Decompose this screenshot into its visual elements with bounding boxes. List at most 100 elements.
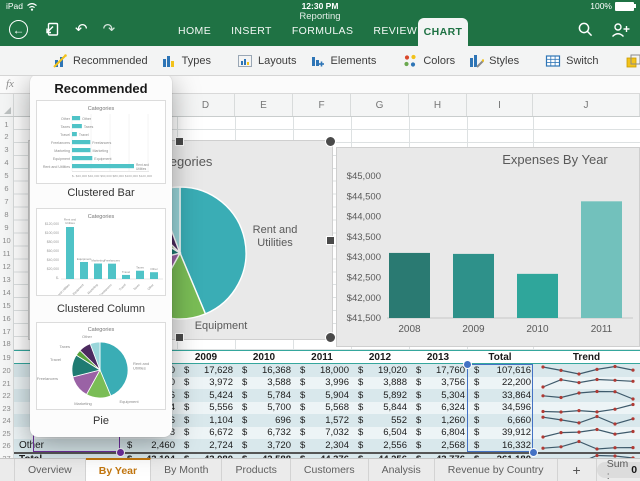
row-header-10[interactable]: 10 xyxy=(0,236,13,245)
table-cell[interactable]: $5,304 xyxy=(409,389,467,402)
toolbar-arrange-button[interactable]: Arrange xyxy=(625,53,640,69)
trend-sparkline-cell[interactable] xyxy=(533,402,640,415)
table-cell[interactable]: $5,700 xyxy=(235,402,293,415)
table-cell[interactable]: $2,724 xyxy=(177,439,235,452)
table-cell[interactable]: $6,324 xyxy=(409,402,467,415)
sheet-tab-customers[interactable]: Customers xyxy=(291,459,369,481)
values-range-handle-top[interactable] xyxy=(463,360,472,369)
column-header-H[interactable]: H xyxy=(409,94,467,116)
table-cell[interactable]: $2,568 xyxy=(409,439,467,452)
chart-suggestion-clustered-bar[interactable]: CategoriesOtherOtherTaxesTaxesTravelTrav… xyxy=(36,100,166,184)
sheet-tab-revenue-by-country[interactable]: Revenue by Country xyxy=(435,459,558,481)
column-header-F[interactable]: F xyxy=(293,94,351,116)
toolbar-recommended-button[interactable]: Recommended xyxy=(52,53,148,69)
row-header-23[interactable]: 23 xyxy=(0,404,13,413)
table-cell[interactable]: $5,784 xyxy=(235,389,293,402)
bar-chart-object[interactable]: Expenses By Year$45,000$44,500$44,000$43… xyxy=(336,147,640,347)
column-header-2009[interactable]: 2009 xyxy=(177,351,235,363)
row-header-16[interactable]: 16 xyxy=(0,314,13,323)
trend-sparkline-cell[interactable] xyxy=(533,427,640,440)
back-button[interactable]: ← xyxy=(9,20,28,39)
table-cell[interactable]: $34,596 xyxy=(467,402,533,415)
column-header-J[interactable]: J xyxy=(533,94,640,116)
share-person-icon[interactable] xyxy=(611,22,630,38)
selection-handle-bottom[interactable] xyxy=(175,333,184,342)
table-cell[interactable]: $2,460 xyxy=(120,439,177,452)
selection-handle-top-right[interactable] xyxy=(325,136,336,147)
table-cell[interactable]: $17,760 xyxy=(409,364,467,377)
row-header-24[interactable]: 24 xyxy=(0,416,13,425)
trend-sparkline-cell[interactable] xyxy=(533,439,640,452)
table-cell[interactable]: $17,628 xyxy=(177,364,235,377)
row-header-11[interactable]: 11 xyxy=(0,249,13,258)
column-header-2010[interactable]: 2010 xyxy=(235,351,293,363)
column-header-2011[interactable]: 2011 xyxy=(293,351,351,363)
toolbar-elements-button[interactable]: Elements xyxy=(309,53,376,69)
table-cell[interactable]: $6,804 xyxy=(409,427,467,440)
toolbar-colors-button[interactable]: Colors xyxy=(402,53,455,69)
table-cell[interactable]: $6,660 xyxy=(467,414,533,427)
selection-handle-bottom-right[interactable] xyxy=(325,332,336,343)
row-header-8[interactable]: 8 xyxy=(0,210,13,219)
table-cell[interactable]: $5,892 xyxy=(351,389,409,402)
column-header-2013[interactable]: 2013 xyxy=(409,351,467,363)
table-cell[interactable]: $7,032 xyxy=(293,427,351,440)
tab-chart-active[interactable]: CHART xyxy=(418,18,468,46)
selection-handle-top[interactable] xyxy=(175,137,184,146)
chart-suggestion-clustered-column[interactable]: Categories$120,000$100,000$80,000$60,000… xyxy=(36,208,166,296)
row-header-22[interactable]: 22 xyxy=(0,391,13,400)
table-cell[interactable]: $696 xyxy=(235,414,293,427)
select-all-corner[interactable] xyxy=(0,94,14,116)
sheet-tab-products[interactable]: Products xyxy=(222,459,290,481)
row-header-21[interactable]: 21 xyxy=(0,379,13,388)
redo-button[interactable]: ↷ xyxy=(103,22,116,37)
table-cell[interactable]: $6,504 xyxy=(351,427,409,440)
column-header-D[interactable]: D xyxy=(177,94,235,116)
values-range-handle-bottom[interactable] xyxy=(529,448,538,457)
table-cell[interactable]: $3,756 xyxy=(409,377,467,390)
table-cell[interactable]: $39,912 xyxy=(467,427,533,440)
row-header-9[interactable]: 9 xyxy=(0,223,13,232)
table-cell[interactable]: $3,720 xyxy=(235,439,293,452)
table-cell[interactable]: $16,332 xyxy=(467,439,533,452)
row-header-26[interactable]: 26 xyxy=(0,441,13,450)
row-header-17[interactable]: 17 xyxy=(0,327,13,336)
table-cell[interactable]: $107,616 xyxy=(467,364,533,377)
table-cell[interactable]: $6,672 xyxy=(177,427,235,440)
row-header-6[interactable]: 6 xyxy=(0,184,13,193)
category-range-handle[interactable] xyxy=(116,448,125,457)
row-header-25[interactable]: 25 xyxy=(0,429,13,438)
row-header-18[interactable]: 18 xyxy=(0,339,13,348)
toolbar-layouts-button[interactable]: Layouts xyxy=(237,53,297,69)
trend-sparkline-cell[interactable] xyxy=(533,414,640,427)
toolbar-styles-button[interactable]: Styles xyxy=(468,53,519,69)
table-cell[interactable]: $552 xyxy=(351,414,409,427)
table-cell[interactable]: $1,572 xyxy=(293,414,351,427)
row-header-19[interactable]: 19 xyxy=(0,353,13,362)
row-header-3[interactable]: 3 xyxy=(0,145,13,154)
table-cell[interactable]: $2,304 xyxy=(293,439,351,452)
row-header-14[interactable]: 14 xyxy=(0,288,13,297)
tab-review[interactable]: REVIEW xyxy=(373,25,417,37)
table-cell[interactable]: $1,260 xyxy=(409,414,467,427)
table-cell[interactable]: $5,904 xyxy=(293,389,351,402)
column-header-total[interactable]: Total xyxy=(467,351,533,363)
table-cell[interactable]: $3,588 xyxy=(235,377,293,390)
sheet-tab-by-year[interactable]: By Year xyxy=(86,458,151,481)
toolbar-types-button[interactable]: Types xyxy=(161,53,211,69)
table-cell[interactable]: $2,556 xyxy=(351,439,409,452)
row-header-20[interactable]: 20 xyxy=(0,366,13,375)
table-cell[interactable]: $6,732 xyxy=(235,427,293,440)
table-cell[interactable]: $19,020 xyxy=(351,364,409,377)
table-cell[interactable]: $1,104 xyxy=(177,414,235,427)
save-export-icon[interactable] xyxy=(43,21,60,38)
column-header-I[interactable]: I xyxy=(467,94,533,116)
sheet-tab-by-month[interactable]: By Month xyxy=(151,459,222,481)
table-cell[interactable]: $18,000 xyxy=(293,364,351,377)
table-cell[interactable]: $5,424 xyxy=(177,389,235,402)
sheet-tab-analysis[interactable]: Analysis xyxy=(369,459,435,481)
sheet-tab-overview[interactable]: Overview xyxy=(14,459,86,481)
table-cell[interactable]: $3,972 xyxy=(177,377,235,390)
row-header-5[interactable]: 5 xyxy=(0,171,13,180)
table-cell[interactable]: $3,996 xyxy=(293,377,351,390)
